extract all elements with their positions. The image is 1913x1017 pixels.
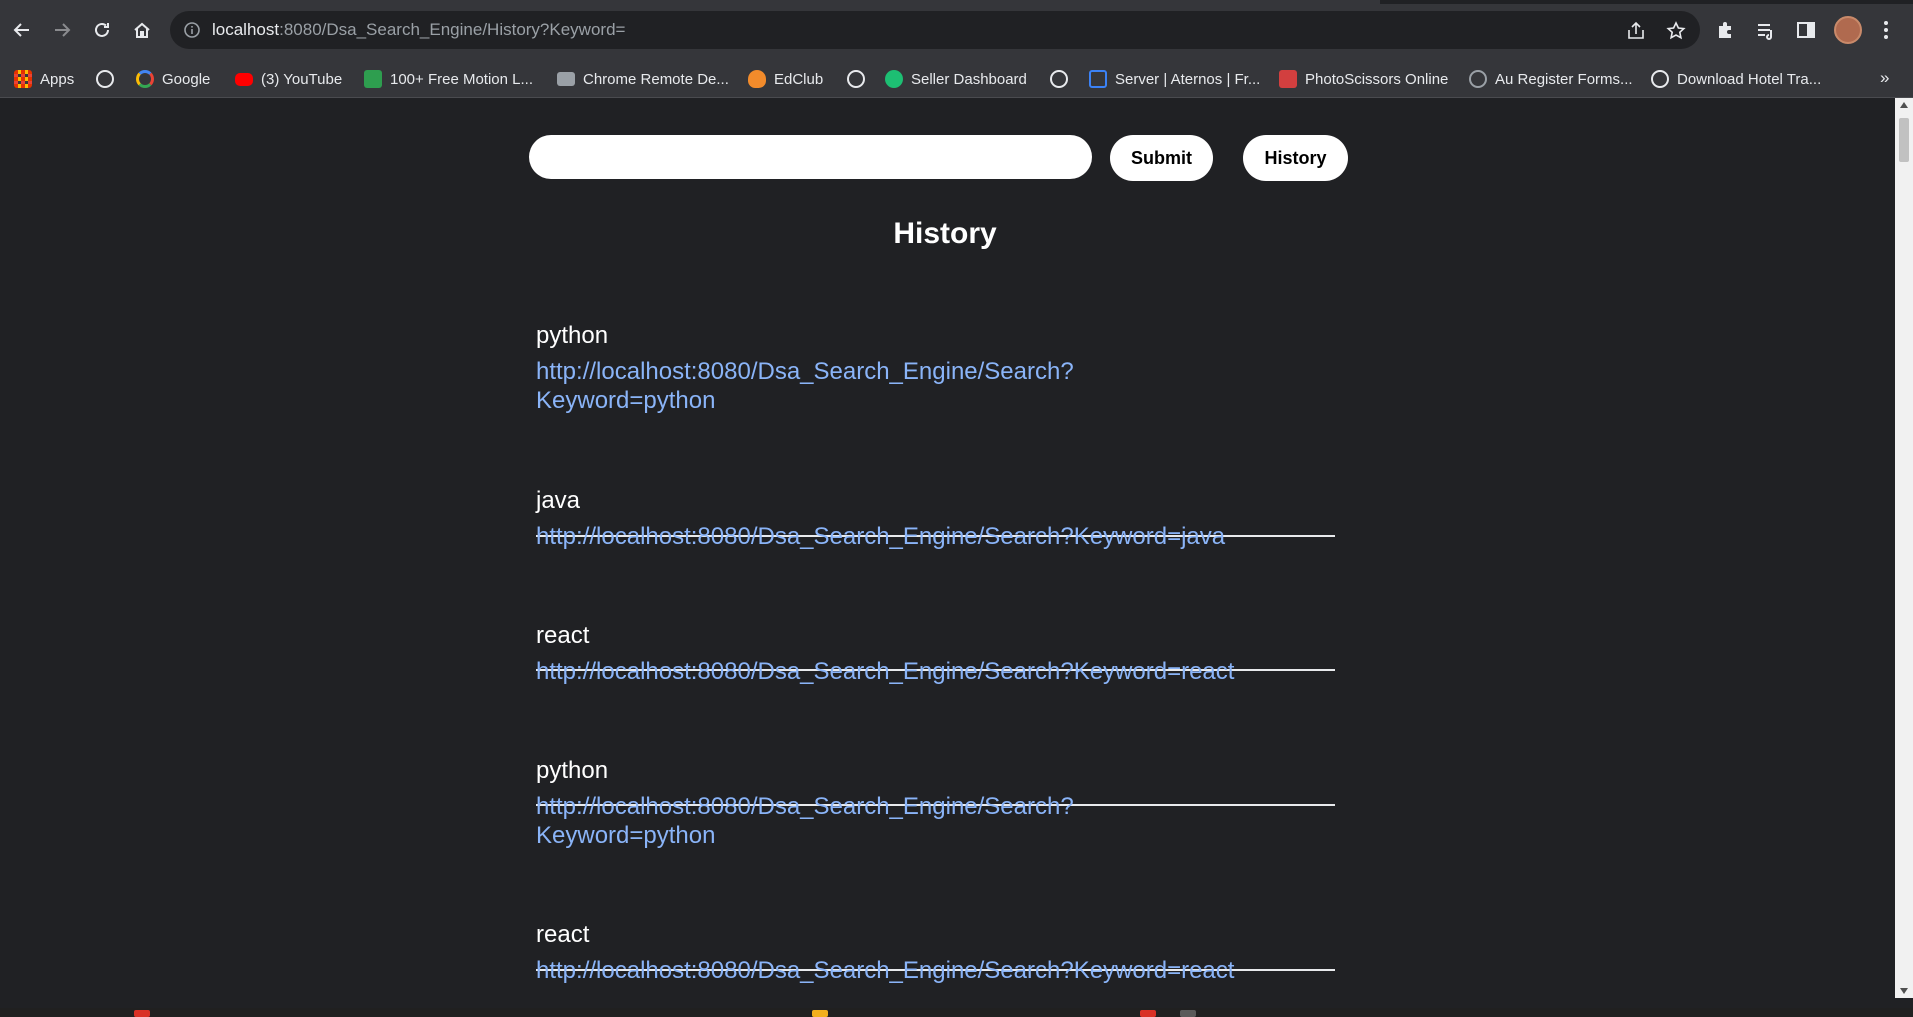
- bookmark-label: 100+ Free Motion L...: [390, 70, 533, 88]
- bookmark-label: Server | Aternos | Fr...: [1115, 70, 1261, 88]
- history-link[interactable]: http://localhost:8080/Dsa_Search_Engine/…: [536, 522, 1335, 551]
- scroll-up-icon[interactable]: [1900, 102, 1908, 108]
- taskbar-chrome-icon[interactable]: [134, 1010, 150, 1017]
- reading-list-button[interactable]: [1752, 16, 1780, 44]
- globe-icon: [1050, 70, 1068, 88]
- bookmark-apps[interactable]: Apps: [14, 68, 74, 90]
- extensions-button[interactable]: [1712, 16, 1740, 44]
- bookmark-photoscissors[interactable]: PhotoScissors Online: [1279, 68, 1448, 90]
- youtube-icon: [235, 72, 253, 86]
- taskbar-active-app-icon[interactable]: [1180, 1010, 1196, 1017]
- bookmark-hotel[interactable]: Download Hotel Tra...: [1651, 68, 1821, 90]
- bookmarks-bar: Apps Google (3) YouTube 100+ Free Motion…: [0, 60, 1913, 98]
- bookmark-label: Au Register Forms...: [1495, 70, 1633, 88]
- history-link[interactable]: http://localhost:8080/Dsa_Search_Engine/…: [536, 956, 1335, 985]
- address-url: localhost:8080/Dsa_Search_Engine/History…: [212, 20, 625, 40]
- site-info-icon[interactable]: [183, 21, 201, 39]
- remote-desktop-icon: [557, 72, 575, 86]
- scroll-thumb[interactable]: [1899, 118, 1909, 162]
- history-link[interactable]: http://localhost:8080/Dsa_Search_Engine/…: [536, 357, 1176, 415]
- profile-avatar[interactable]: [1834, 16, 1862, 44]
- google-icon: [136, 70, 154, 88]
- address-host: localhost: [212, 20, 280, 39]
- tab-strip-edge: [0, 0, 1913, 4]
- back-button[interactable]: [6, 14, 38, 46]
- photoscissors-icon: [1279, 70, 1297, 88]
- bookmark-label: (3) YouTube: [261, 70, 343, 88]
- browser-toolbar: localhost:8080/Dsa_Search_Engine/History…: [0, 0, 1913, 60]
- taskbar-folder-icon[interactable]: [812, 1010, 828, 1017]
- bookmark-seller-dashboard[interactable]: Seller Dashboard: [885, 68, 1027, 90]
- history-keyword: react: [536, 921, 590, 948]
- os-taskbar: [0, 1008, 1913, 1017]
- history-link[interactable]: http://localhost:8080/Dsa_Search_Engine/…: [536, 792, 1176, 850]
- bookmark-google[interactable]: Google: [136, 68, 210, 90]
- forward-arrow-icon: [55, 23, 71, 37]
- bookmark-aternos[interactable]: Server | Aternos | Fr...: [1089, 68, 1260, 90]
- forward-button[interactable]: [46, 14, 78, 46]
- bookmark-globe-3[interactable]: [1050, 68, 1076, 90]
- fiverr-icon: [885, 70, 903, 88]
- puzzle-icon: [1719, 22, 1731, 38]
- page-scrollbar[interactable]: [1895, 98, 1913, 998]
- submit-button[interactable]: Submit: [1110, 135, 1213, 181]
- history-button[interactable]: History: [1243, 135, 1348, 181]
- bookmark-label: PhotoScissors Online: [1305, 70, 1449, 88]
- address-path: :8080/Dsa_Search_Engine/History?Keyword=: [279, 20, 626, 39]
- page-title: History: [893, 217, 997, 250]
- history-link[interactable]: http://localhost:8080/Dsa_Search_Engine/…: [536, 657, 1335, 686]
- history-keyword: java: [536, 487, 581, 514]
- apps-grid-icon: [14, 70, 32, 88]
- bookmark-globe-1[interactable]: [96, 68, 122, 90]
- scroll-down-icon[interactable]: [1900, 988, 1908, 994]
- media-queue-icon: [1758, 24, 1772, 40]
- address-bar[interactable]: localhost:8080/Dsa_Search_Engine/History…: [170, 11, 1700, 49]
- search-input[interactable]: [529, 135, 1092, 179]
- bookmark-label: Download Hotel Tra...: [1677, 70, 1822, 88]
- bookmark-globe-2[interactable]: [847, 68, 873, 90]
- bookmarks-overflow-icon[interactable]: »: [1880, 68, 1889, 88]
- more-menu-icon[interactable]: [1876, 16, 1896, 44]
- home-icon: [134, 22, 150, 38]
- globe-icon: [96, 70, 114, 88]
- back-arrow-icon: [13, 23, 29, 37]
- share-icon[interactable]: [1625, 20, 1647, 42]
- globe-icon: [847, 70, 865, 88]
- bookmark-motion[interactable]: 100+ Free Motion L...: [364, 68, 533, 90]
- bookmark-label: Google: [162, 70, 211, 88]
- history-keyword: react: [536, 622, 590, 649]
- aternos-icon: [1089, 70, 1107, 88]
- bookmark-edclub[interactable]: EdClub: [748, 68, 823, 90]
- history-keyword: python: [536, 322, 609, 349]
- reload-icon: [95, 22, 109, 37]
- page-content: Submit History History python http://loc…: [0, 98, 1895, 998]
- reload-button[interactable]: [86, 14, 118, 46]
- side-panel-button[interactable]: [1792, 16, 1820, 44]
- side-panel-icon: [1797, 22, 1815, 38]
- bookmark-label: Chrome Remote De...: [583, 70, 729, 88]
- bookmark-label: Apps: [40, 70, 75, 88]
- history-entry: react http://localhost:8080/Dsa_Search_E…: [536, 921, 1335, 998]
- bookmark-label: EdClub: [774, 70, 824, 88]
- taskbar-app-icon[interactable]: [1140, 1010, 1156, 1017]
- bookmark-youtube[interactable]: (3) YouTube: [235, 68, 342, 90]
- bookmark-remote-desktop[interactable]: Chrome Remote De...: [557, 68, 729, 90]
- px-icon: [364, 70, 382, 88]
- history-keyword: python: [536, 757, 609, 784]
- bookmark-au-register[interactable]: Au Register Forms...: [1469, 68, 1633, 90]
- wordpress-icon: [1469, 70, 1487, 88]
- home-button[interactable]: [126, 14, 158, 46]
- bookmark-label: Seller Dashboard: [911, 70, 1027, 88]
- bookmark-star-icon[interactable]: [1665, 20, 1687, 42]
- active-tab-edge: [0, 0, 1380, 4]
- edclub-icon: [748, 70, 766, 88]
- globe-icon: [1651, 70, 1669, 88]
